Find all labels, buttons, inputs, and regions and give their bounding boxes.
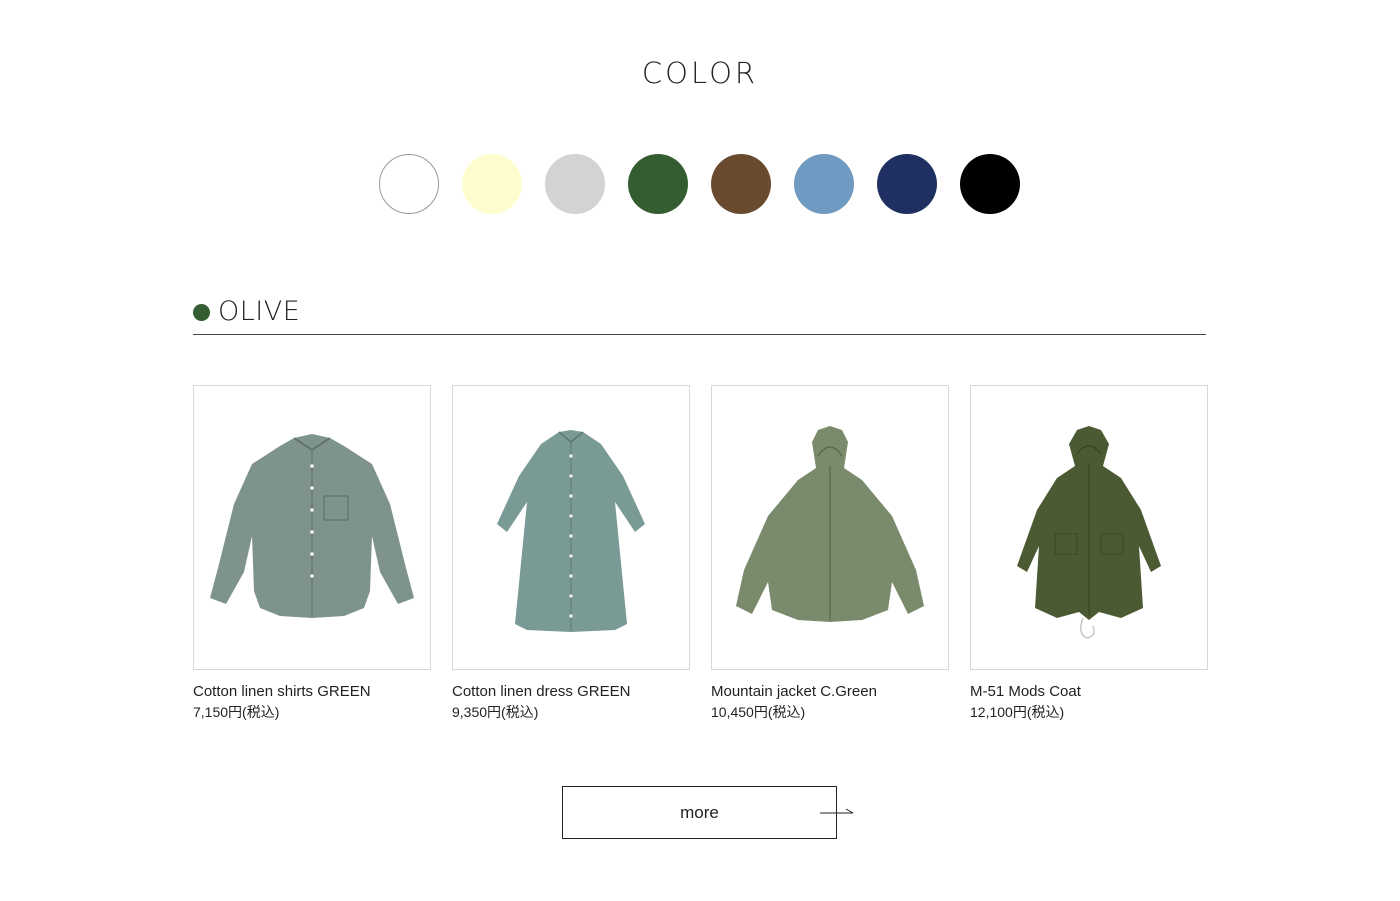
product-price: 9,350円(税込) <box>452 704 539 720</box>
product-name[interactable]: Mountain jacket C.Green <box>711 681 949 702</box>
product-card[interactable]: Cotton linen shirts GREEN 7,150円(税込) <box>193 385 431 723</box>
color-swatch-list <box>379 154 1020 214</box>
section-header: OLIVE <box>193 294 1206 335</box>
product-name[interactable]: M-51 Mods Coat <box>970 681 1208 702</box>
product-card[interactable]: Cotton linen dress GREEN 9,350円(税込) <box>452 385 690 723</box>
shirt-image <box>210 434 414 618</box>
more-button[interactable]: more <box>562 786 837 839</box>
color-swatch-olive[interactable] <box>628 154 688 214</box>
arrow-right-icon <box>820 808 854 814</box>
color-swatch-brown[interactable] <box>711 154 771 214</box>
dress-image <box>497 430 645 632</box>
product-image[interactable] <box>193 385 431 670</box>
section-color-dot <box>193 304 210 321</box>
product-list: Cotton linen shirts GREEN 7,150円(税込) Cot… <box>193 385 1208 723</box>
product-card[interactable]: Mountain jacket C.Green 10,450円(税込) <box>711 385 949 723</box>
product-image[interactable] <box>970 385 1208 670</box>
jacket-image <box>736 426 924 622</box>
product-image[interactable] <box>452 385 690 670</box>
coat-image <box>1017 426 1161 639</box>
product-price: 10,450円(税込) <box>711 704 806 720</box>
color-swatch-white[interactable] <box>379 154 439 214</box>
product-price: 12,100円(税込) <box>970 704 1065 720</box>
product-name[interactable]: Cotton linen dress GREEN <box>452 681 690 702</box>
color-swatch-black[interactable] <box>960 154 1020 214</box>
color-swatch-light-blue[interactable] <box>794 154 854 214</box>
product-card[interactable]: M-51 Mods Coat 12,100円(税込) <box>970 385 1208 723</box>
color-swatch-navy[interactable] <box>877 154 937 214</box>
section-title: OLIVE <box>218 296 301 327</box>
color-swatch-gray[interactable] <box>545 154 605 214</box>
color-swatch-cream[interactable] <box>462 154 522 214</box>
product-price: 7,150円(税込) <box>193 704 280 720</box>
product-name[interactable]: Cotton linen shirts GREEN <box>193 681 431 702</box>
page-title: COLOR <box>641 56 759 90</box>
product-image[interactable] <box>711 385 949 670</box>
